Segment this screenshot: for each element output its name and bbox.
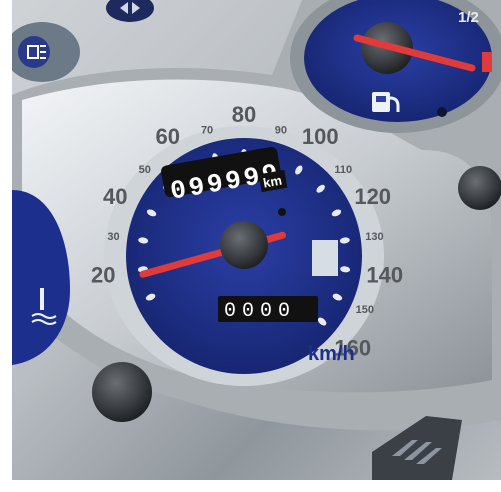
trip-reset-button[interactable] <box>312 240 338 276</box>
minor-speed-label: 70 <box>201 124 213 136</box>
turn-signal-icon <box>106 0 154 22</box>
minor-speed-label: 150 <box>356 304 374 316</box>
major-speed-label: 60 <box>155 124 179 149</box>
major-speed-label: 120 <box>354 184 391 209</box>
trip-adjust-knob[interactable] <box>92 362 152 422</box>
trip-counter-reading: 0000 <box>224 300 296 323</box>
major-speed-label: 140 <box>366 263 403 288</box>
minor-speed-label: 50 <box>139 164 151 176</box>
minor-speed-label: 110 <box>334 164 352 176</box>
dashboard-photo: 1/2 20 40 60 80 100 120 140 160 30 50 70 90 110 130 1… <box>12 0 501 480</box>
major-speed-label: 80 <box>232 102 256 127</box>
speed-unit: km/h <box>308 343 355 365</box>
right-adjust-knob[interactable] <box>458 166 501 210</box>
major-speed-label: 20 <box>91 263 115 288</box>
needle-hub <box>220 221 268 269</box>
fuel-half-mark: 1/2 <box>458 9 479 26</box>
minor-speed-label: 130 <box>365 231 383 243</box>
instrument-cluster: 1/2 20406080100120140160 305070 901101301… <box>12 0 501 480</box>
fuel-full-mark <box>482 52 492 72</box>
minor-speed-label: 30 <box>107 231 119 243</box>
minor-speed-label: 90 <box>275 124 287 136</box>
major-speed-label: 100 <box>302 124 339 149</box>
major-speed-label: 40 <box>103 184 127 209</box>
